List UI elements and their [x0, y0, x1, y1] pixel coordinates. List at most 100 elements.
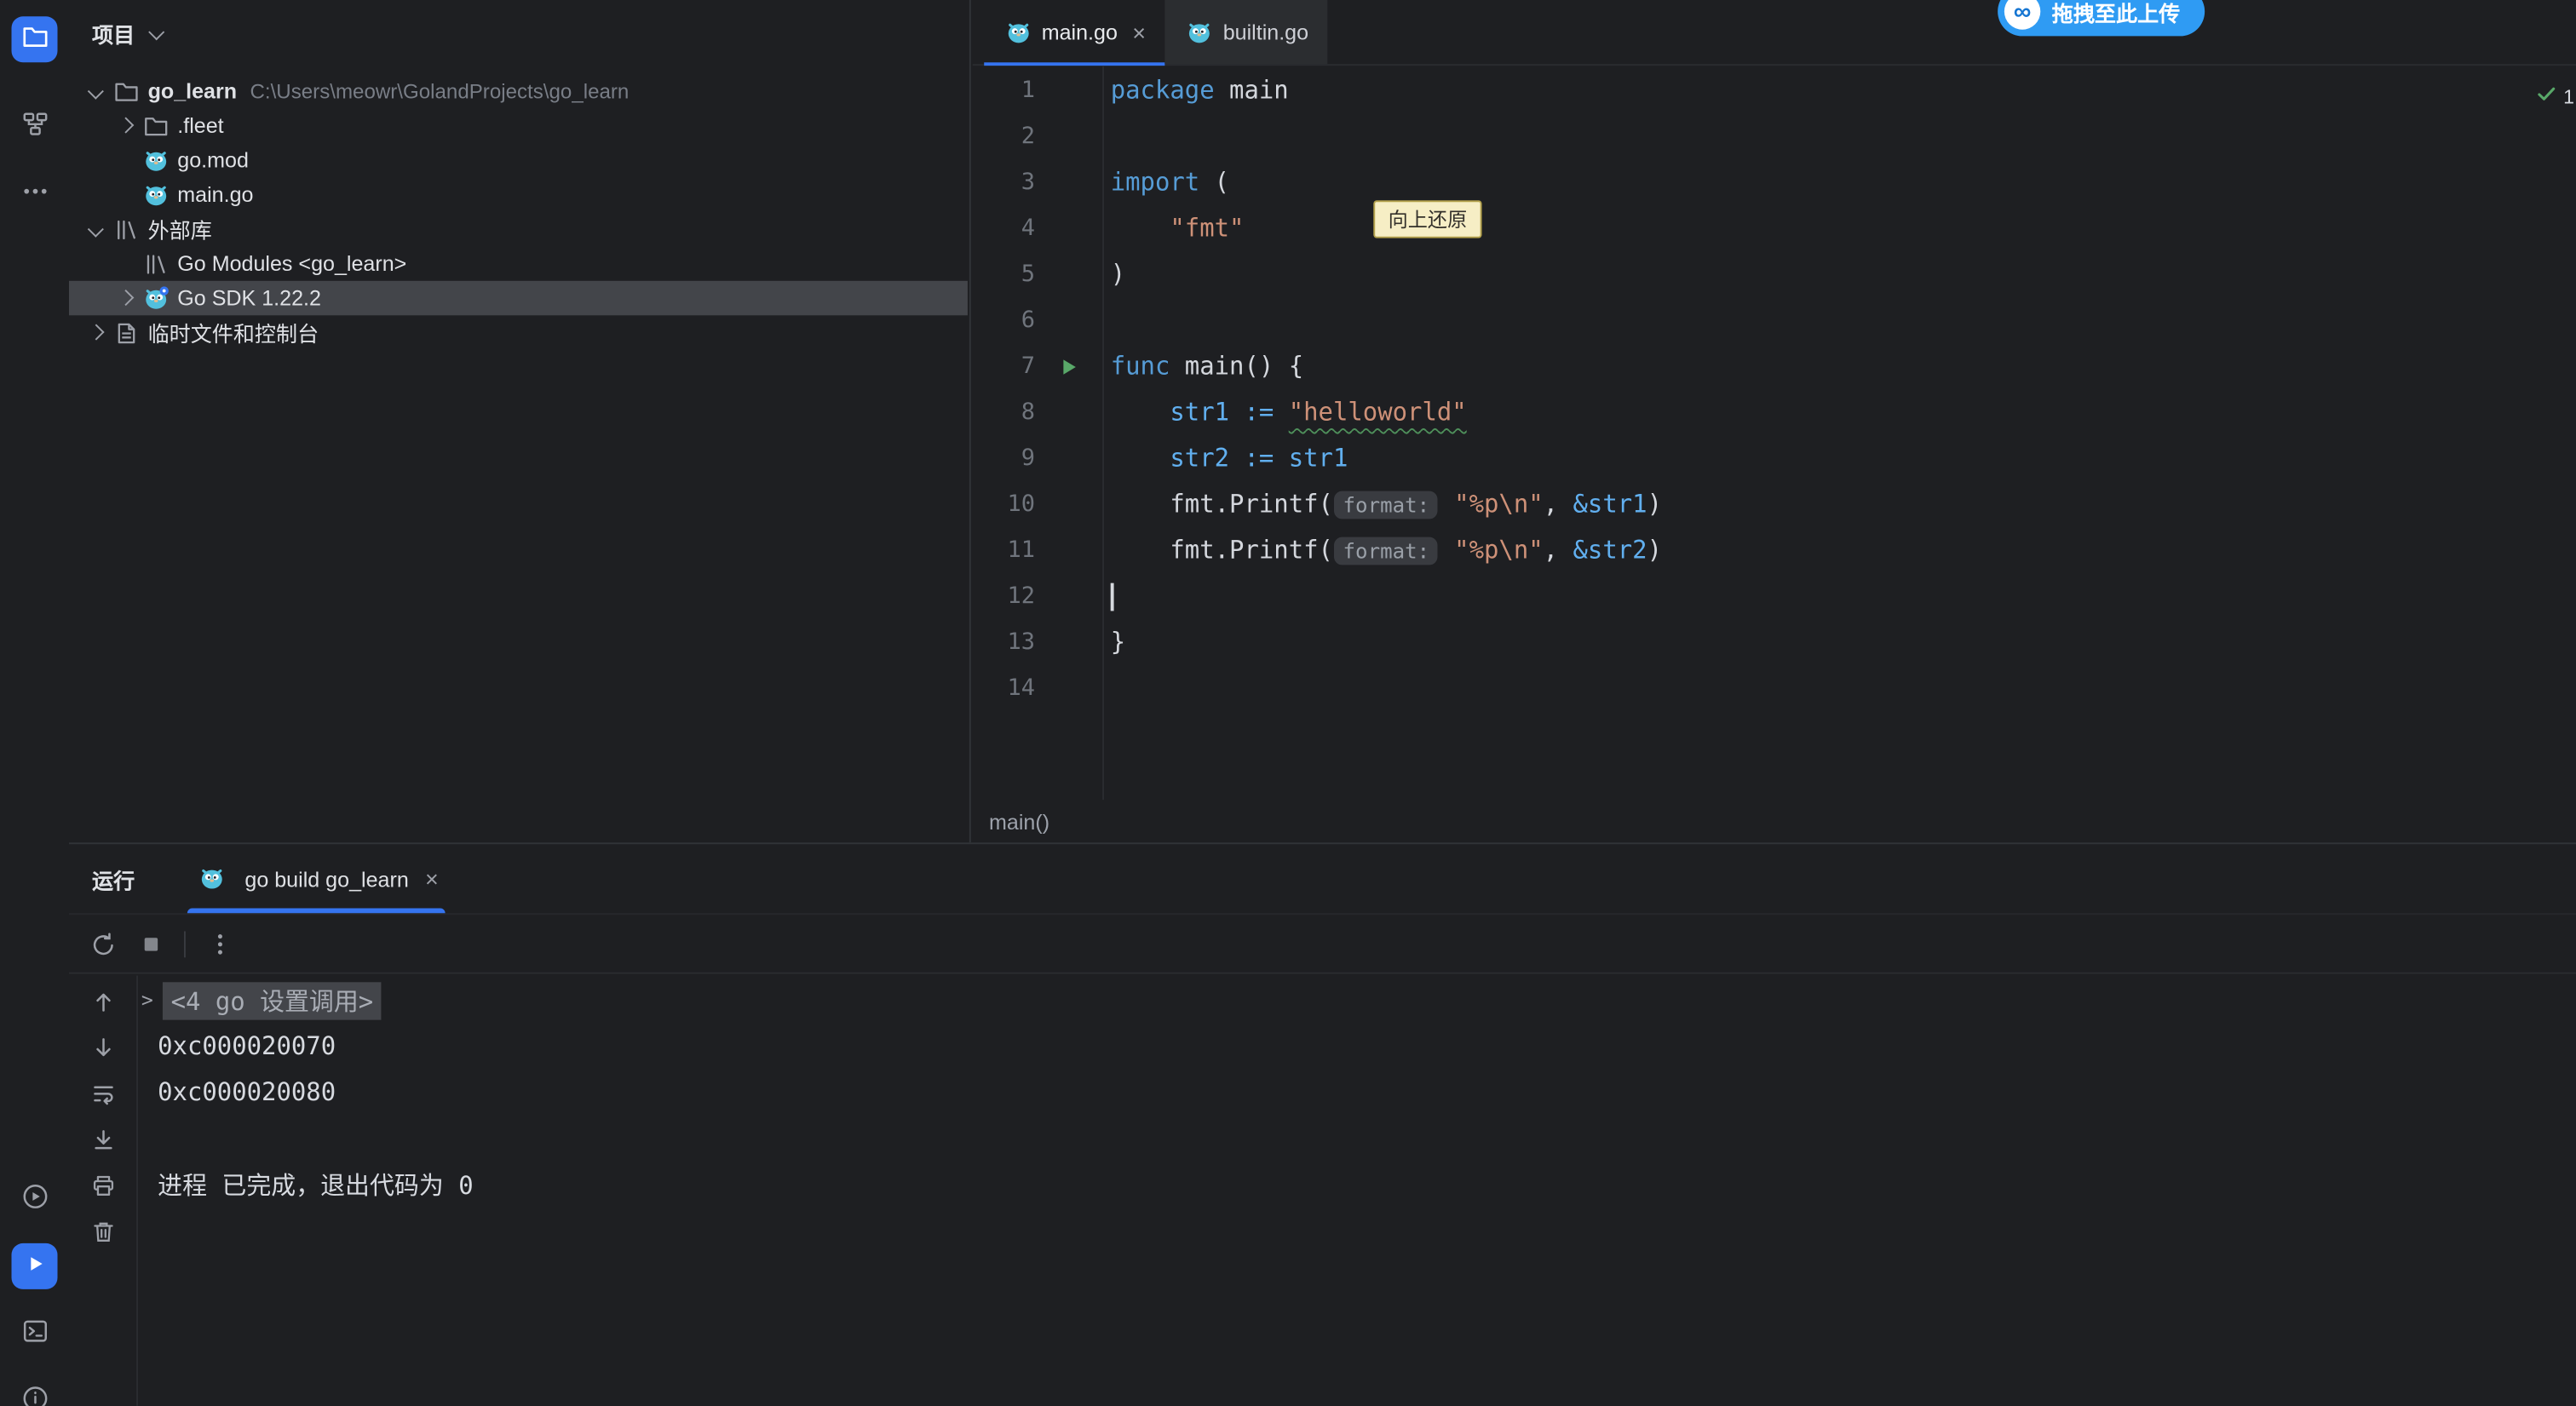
line-number: 11: [973, 537, 1035, 564]
console-toolbar: [69, 976, 138, 1406]
code-line: 11 fmt.Printf(format: "%p\n", &str2): [973, 527, 2576, 573]
soft-wrap-button[interactable]: [89, 1081, 116, 1107]
run-panel-header: 运行 go build go_learn ×: [69, 844, 2576, 915]
tab-main-go[interactable]: main.go ×: [984, 0, 1165, 64]
tree-row-label: .fleet: [177, 113, 223, 138]
project-panel: 项目 go_learn C:\Users\meowr\GolandProject…: [69, 0, 971, 842]
tree-row[interactable]: 外部库: [69, 212, 968, 246]
tree-row-label: go.mod: [177, 148, 249, 173]
code-text[interactable]: package main: [1102, 76, 1289, 106]
code-area[interactable]: 1 package main 2 3 import ( 4 "fmt" 5 ) …: [973, 66, 2576, 800]
code-text[interactable]: str2 := str1: [1102, 444, 1348, 473]
code-text[interactable]: "fmt": [1102, 214, 1244, 244]
line-number: 4: [973, 215, 1035, 242]
services-tool-button[interactable]: [11, 1176, 57, 1222]
restore-up-tooltip: 向上还原: [1373, 200, 1481, 238]
terminal-tool-button[interactable]: [11, 1311, 57, 1357]
goland-window: 项目 go_learn C:\Users\meowr\GolandProject…: [0, 0, 2576, 1406]
activity-bar-bottom: [0, 1176, 69, 1406]
go-file-icon: [197, 864, 225, 892]
run-tool-button[interactable]: [11, 1243, 57, 1289]
tree-row-selected[interactable]: Go SDK 1.22.2: [69, 281, 968, 316]
breadcrumb[interactable]: main(): [989, 809, 1049, 834]
play-icon: [20, 1250, 49, 1283]
rerun-button[interactable]: [89, 930, 117, 958]
problems-tool-button[interactable]: [11, 1378, 57, 1406]
inspection-count: 1: [2563, 84, 2574, 107]
console-line: 0xc000020080: [138, 1069, 2576, 1115]
tree-row[interactable]: main.go: [69, 177, 968, 212]
code-line: 8 str1 := "helloworld": [973, 389, 2576, 435]
chevron-right-icon[interactable]: [112, 285, 138, 312]
close-tab-icon[interactable]: ×: [1132, 20, 1146, 43]
run-tab-go-build[interactable]: go build go_learn ×: [174, 844, 458, 913]
more-tool-windows-button[interactable]: [11, 171, 57, 217]
library-icon: [112, 215, 140, 244]
console-line: [138, 1115, 2576, 1161]
stop-button[interactable]: [136, 930, 164, 958]
code-text[interactable]: func main() {: [1102, 352, 1303, 382]
tree-row[interactable]: go.mod: [69, 143, 968, 177]
scroll-to-end-button[interactable]: [89, 1127, 116, 1153]
next-occurrence-button[interactable]: [89, 1035, 116, 1061]
breadcrumb-bar: main(): [973, 800, 2576, 842]
structure-tool-button[interactable]: [11, 103, 57, 149]
project-tool-button[interactable]: [11, 16, 57, 62]
folder-icon: [141, 112, 170, 140]
console-text: <4 go 设置调用>: [163, 981, 382, 1019]
editor: main.go × builtin.go 1 package main 2 3 …: [973, 0, 2576, 842]
tab-builtin-go[interactable]: builtin.go: [1165, 0, 1328, 64]
code-lines: 1 package main 2 3 import ( 4 "fmt" 5 ) …: [973, 67, 2576, 711]
line-number: 10: [973, 491, 1035, 518]
console-text: 进程 已完成，退出代码为 0: [158, 1167, 473, 1202]
code-line: 13 }: [973, 619, 2576, 665]
run-main-icon[interactable]: [1035, 354, 1102, 379]
line-number: 9: [973, 445, 1035, 472]
tree-row[interactable]: go_learn C:\Users\meowr\GolandProjects\g…: [69, 74, 968, 108]
code-text[interactable]: [1102, 582, 1113, 611]
upload-label: 拖拽至此上传: [2052, 0, 2180, 27]
prev-occurrence-button[interactable]: [89, 989, 116, 1015]
tree-row[interactable]: .fleet: [69, 108, 968, 142]
structure-icon: [20, 110, 49, 143]
chevron-down-icon[interactable]: [82, 216, 108, 243]
chevron-down-icon[interactable]: [82, 78, 108, 105]
library-icon: [141, 250, 170, 278]
editor-tab-bar: main.go × builtin.go: [973, 0, 2576, 66]
fold-chevron-icon[interactable]: >: [141, 989, 158, 1012]
line-number: 7: [973, 353, 1035, 380]
tree-row[interactable]: 临时文件和控制台: [69, 315, 968, 349]
close-tab-icon[interactable]: ×: [425, 867, 439, 890]
code-line: 3 import (: [973, 159, 2576, 205]
go-file-icon: [1003, 18, 1032, 46]
chevron-right-icon[interactable]: [112, 112, 138, 139]
tree-row-label: Go Modules <go_learn>: [177, 251, 406, 276]
code-line: 5 ): [973, 251, 2576, 297]
code-text[interactable]: import (: [1102, 168, 1229, 198]
drag-upload-overlay[interactable]: ∞ 拖拽至此上传: [1998, 0, 2205, 36]
code-text[interactable]: fmt.Printf(format: "%p\n", &str2): [1102, 536, 1662, 565]
text-caret: [1111, 582, 1113, 611]
run-panel: 运行 go build go_learn × > <4 go: [69, 842, 2576, 1405]
line-number: 6: [973, 307, 1035, 334]
folder-icon: [20, 23, 49, 56]
line-number: 3: [973, 169, 1035, 196]
chevron-down-icon[interactable]: [143, 20, 170, 46]
chevron-placeholder: [112, 250, 138, 277]
code-line: 7 func main() {: [973, 343, 2576, 389]
code-text[interactable]: str1 := "helloworld": [1102, 398, 1467, 428]
code-text[interactable]: ): [1102, 260, 1125, 290]
tree-row[interactable]: Go Modules <go_learn>: [69, 246, 968, 281]
more-options-button[interactable]: [205, 930, 233, 958]
inspections-widget[interactable]: 1: [2535, 82, 2576, 110]
activity-bar: [0, 0, 69, 1406]
code-text[interactable]: }: [1102, 628, 1125, 657]
chevron-right-icon[interactable]: [82, 319, 108, 346]
code-line: 9 str2 := str1: [973, 435, 2576, 481]
project-panel-title: 项目: [92, 17, 135, 49]
info-icon: [20, 1385, 49, 1406]
code-text[interactable]: fmt.Printf(format: "%p\n", &str1): [1102, 490, 1662, 519]
project-panel-header: 项目: [69, 0, 969, 66]
clear-console-button[interactable]: [89, 1219, 116, 1245]
print-button[interactable]: [89, 1173, 116, 1199]
